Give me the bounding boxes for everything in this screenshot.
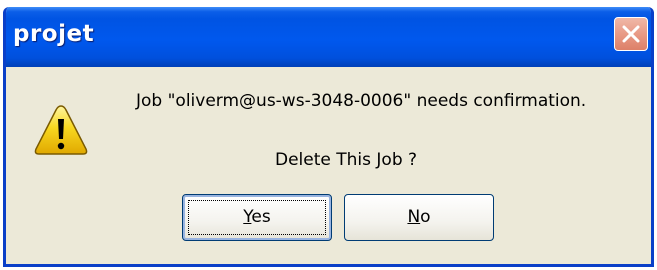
close-button[interactable] — [614, 17, 648, 51]
no-button[interactable]: No — [344, 194, 494, 241]
confirmation-dialog: projet Job "oliverm@us-ws-3048-0006" nee… — [3, 7, 654, 267]
focus-ring — [188, 200, 326, 235]
yes-button[interactable]: Yes — [182, 194, 332, 241]
message-line-1: Job "oliverm@us-ws-3048-0006" needs conf… — [136, 91, 587, 111]
no-mnemonic: N — [407, 207, 421, 227]
window-title: projet — [13, 21, 95, 47]
close-icon — [622, 25, 640, 43]
no-button-label: No — [407, 207, 430, 227]
no-label-rest: o — [420, 207, 431, 227]
title-bar[interactable]: projet — [6, 7, 651, 67]
message-line-2: Delete This Job ? — [275, 150, 418, 170]
warning-icon — [34, 105, 88, 155]
